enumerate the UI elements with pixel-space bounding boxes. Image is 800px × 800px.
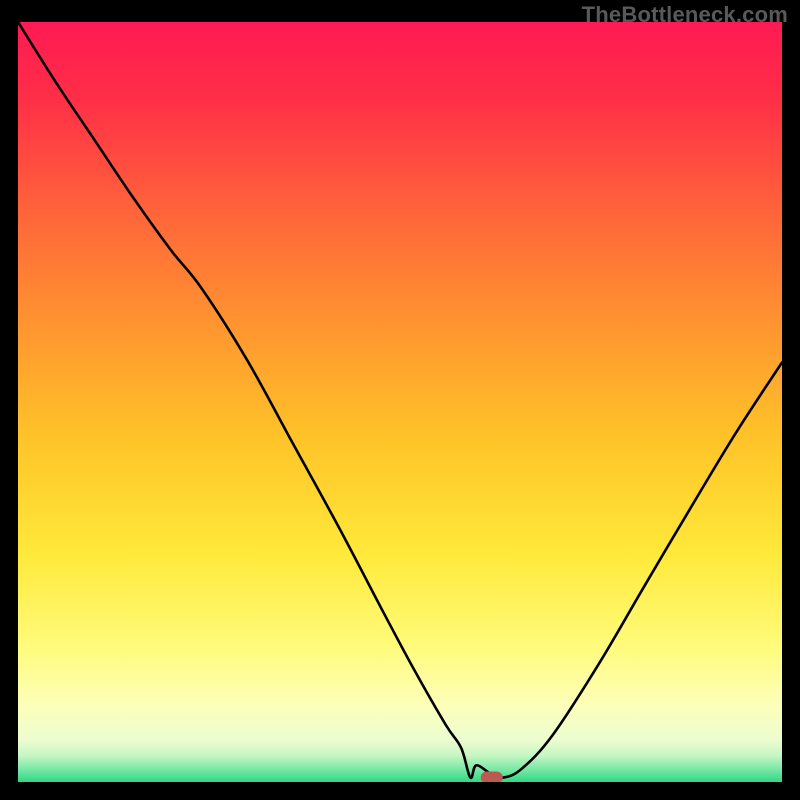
- chart-frame: TheBottleneck.com: [0, 0, 800, 800]
- bottleneck-plot: [18, 22, 782, 782]
- plot-background: [18, 22, 782, 782]
- optimal-marker: [481, 771, 503, 782]
